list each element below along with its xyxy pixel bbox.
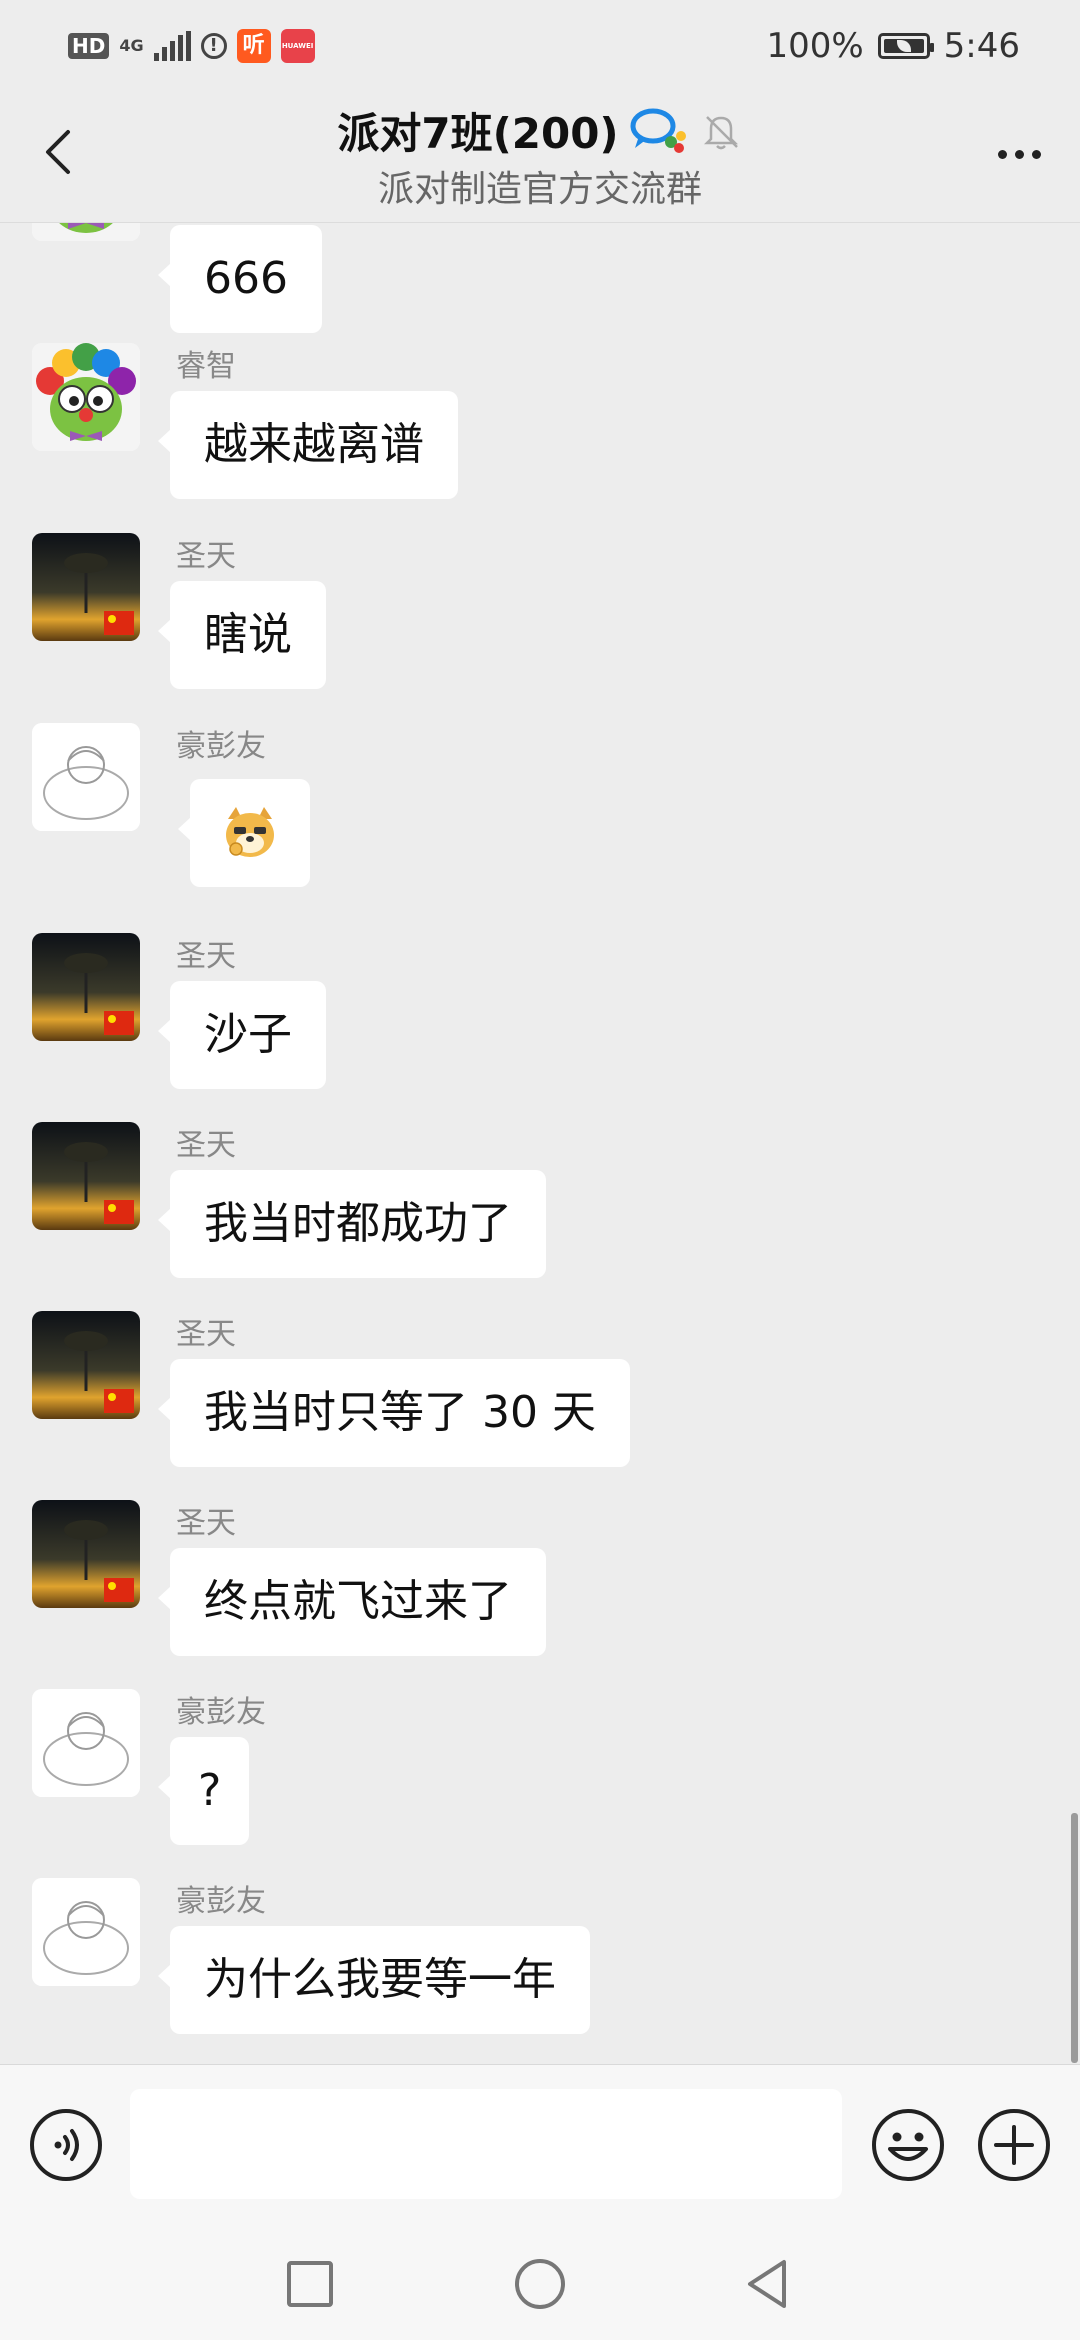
sender-name: 豪彭友 (176, 729, 266, 764)
status-bar: HD 4G ! 听 HUAWEI 100% 5:46 (0, 0, 1080, 92)
sketch-avatar-icon (32, 1878, 140, 1986)
sender-name: 圣天 (176, 1128, 236, 1163)
group-subtitle: 派对制造官方交流群 (377, 169, 702, 210)
battery-percent: 100% (766, 26, 864, 66)
alert-icon: ! (200, 33, 227, 59)
sender-name: 圣天 (176, 1506, 236, 1541)
voice-button[interactable] (28, 2107, 104, 2183)
message-bubble[interactable]: 我当时只等了 30 天 (158, 1359, 630, 1467)
avatar[interactable] (32, 1122, 140, 1230)
status-right: 100% 5:46 (766, 24, 1020, 68)
tree-sunset-avatar-icon (32, 533, 140, 641)
clown-frog-avatar-icon (32, 343, 140, 451)
system-nav-bar (0, 2226, 1080, 2340)
triangle-back-icon (748, 2260, 786, 2308)
back-nav-button[interactable] (740, 2254, 800, 2314)
recents-button[interactable] (280, 2254, 340, 2314)
more-dots-icon[interactable] (984, 134, 1054, 174)
sticker-bubble[interactable] (178, 779, 310, 887)
avatar[interactable] (32, 1311, 140, 1419)
tree-sunset-avatar-icon (32, 933, 140, 1041)
doge-emoji-icon (226, 807, 274, 857)
avatar[interactable] (32, 933, 140, 1041)
huawei-app-icon: HUAWEI (280, 29, 315, 63)
listen-app-icon: 听 (236, 29, 271, 63)
battery-icon (877, 33, 934, 59)
square-icon (287, 2261, 333, 2307)
smiley-icon (872, 2109, 944, 2181)
scrollbar[interactable] (1071, 1813, 1078, 2063)
tree-sunset-avatar-icon (32, 1311, 140, 1419)
home-button[interactable] (510, 2254, 570, 2314)
message-bubble[interactable]: 越来越离谱 (158, 391, 458, 499)
message-bubble[interactable]: 终点就飞过来了 (158, 1548, 546, 1656)
avatar[interactable] (32, 1878, 140, 1986)
hd-badge: HD (68, 33, 110, 59)
sketch-avatar-icon (32, 723, 140, 831)
plus-button[interactable] (976, 2107, 1052, 2183)
sender-name: 豪彭友 (176, 1884, 266, 1919)
message-bubble[interactable]: 瞎说 (158, 581, 326, 689)
sender-name: 豪彭友 (176, 1695, 266, 1730)
avatar[interactable] (32, 1689, 140, 1797)
message-bubble[interactable]: ? (157, 1737, 250, 1845)
avatar[interactable] (32, 343, 140, 451)
voice-icon (30, 2109, 102, 2181)
clown-frog-avatar-icon (32, 223, 140, 241)
circle-icon (515, 2259, 565, 2309)
chat-bubbles-icon (630, 108, 686, 153)
group-title[interactable]: 派对7班(200) (337, 100, 618, 161)
message-bubble[interactable]: 666 (158, 225, 322, 333)
message-bubble[interactable]: 沙子 (158, 981, 326, 1089)
sender-name: 圣天 (176, 1317, 236, 1352)
tree-sunset-avatar-icon (32, 1122, 140, 1230)
message-bubble[interactable]: 为什么我要等一年 (158, 1926, 590, 2034)
status-left: HD 4G ! 听 HUAWEI (68, 26, 315, 66)
input-bar (0, 2064, 1080, 2227)
emoji-button[interactable] (870, 2107, 946, 2183)
plus-icon (978, 2109, 1050, 2181)
message-input[interactable] (130, 2089, 842, 2199)
tree-sunset-avatar-icon (32, 1500, 140, 1608)
avatar[interactable] (32, 223, 140, 241)
sketch-avatar-icon (32, 1689, 140, 1797)
title-row: 派对7班(200) (0, 100, 1080, 158)
avatar[interactable] (32, 533, 140, 641)
avatar[interactable] (32, 1500, 140, 1608)
sender-name: 圣天 (176, 539, 236, 574)
clock: 5:46 (943, 26, 1020, 66)
sender-name: 睿智 (176, 349, 236, 384)
bell-off-icon (703, 115, 738, 149)
avatar[interactable] (32, 723, 140, 831)
signal-icon (153, 31, 191, 61)
message-list[interactable]: 666 睿智 越来越离谱 圣天 瞎说 豪彭友 圣天 沙子 圣天 我当时都成功了 … (0, 223, 1080, 2063)
chat-header: 派对7班(200) 派对制造官方交流群 (0, 92, 1080, 223)
message-bubble[interactable]: 我当时都成功了 (158, 1170, 546, 1278)
network-type: 4G (119, 36, 144, 55)
sender-name: 圣天 (176, 939, 236, 974)
